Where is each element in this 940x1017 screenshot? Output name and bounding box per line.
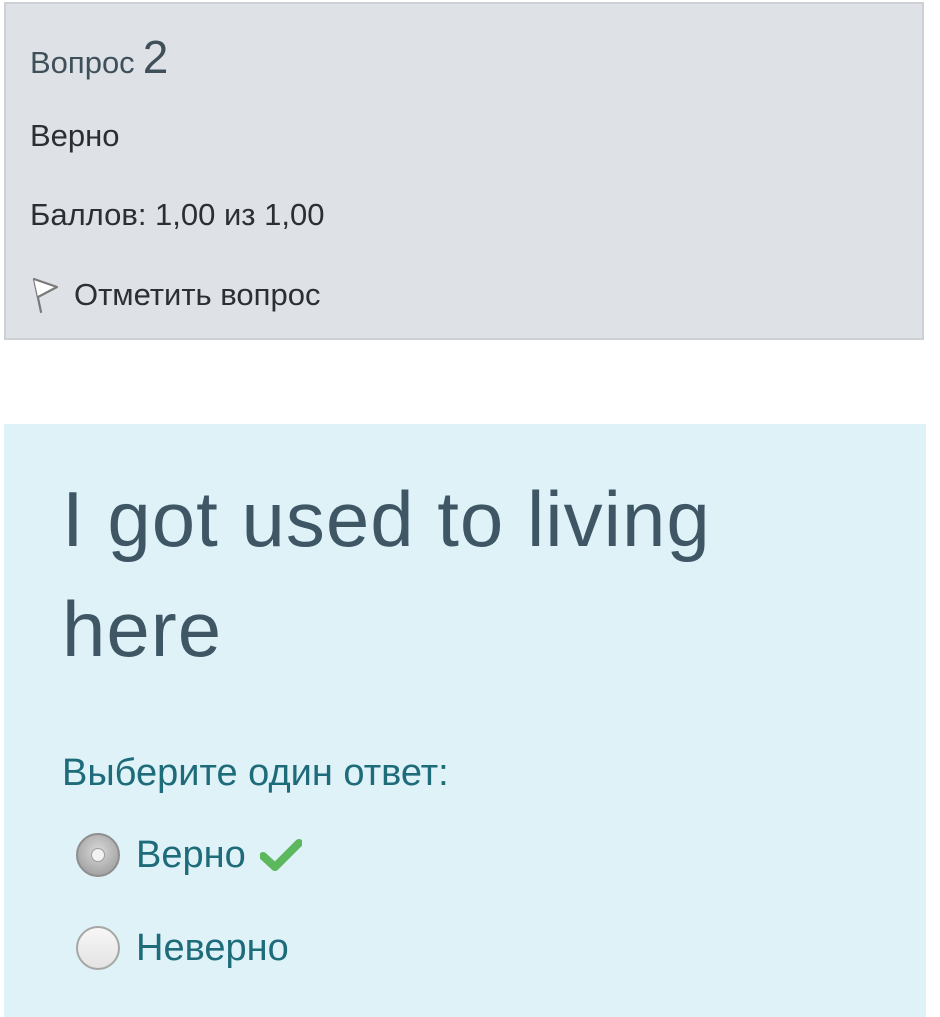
question-number: Вопрос 2 (30, 30, 168, 84)
answer-prompt: Выберите один ответ: (62, 752, 449, 794)
answer-radio-false[interactable] (76, 926, 120, 970)
answer-option-label: Верно (136, 833, 246, 876)
question-state: Верно (30, 118, 120, 153)
question-grade: Баллов: 1,00 из 1,00 (30, 197, 325, 232)
question-label: Вопрос (30, 45, 135, 80)
answer-option-label: Неверно (136, 926, 289, 969)
question-info-panel: Вопрос 2 Верно Баллов: 1,00 из 1,00 Отмет… (4, 2, 924, 340)
flag-outline-icon (32, 277, 59, 314)
flag-question-label: Отметить вопрос (74, 277, 321, 312)
question-content-panel: I got used to living here Выберите один … (4, 424, 926, 1017)
answer-option-true[interactable]: Верно (76, 828, 302, 882)
question-number-value: 2 (142, 31, 169, 83)
check-icon (259, 839, 302, 871)
question-text: I got used to living here (62, 475, 711, 673)
answer-option-false[interactable]: Неверно (76, 921, 289, 975)
answer-radio-true[interactable] (76, 833, 120, 877)
flag-question-link[interactable]: Отметить вопрос (30, 274, 320, 316)
